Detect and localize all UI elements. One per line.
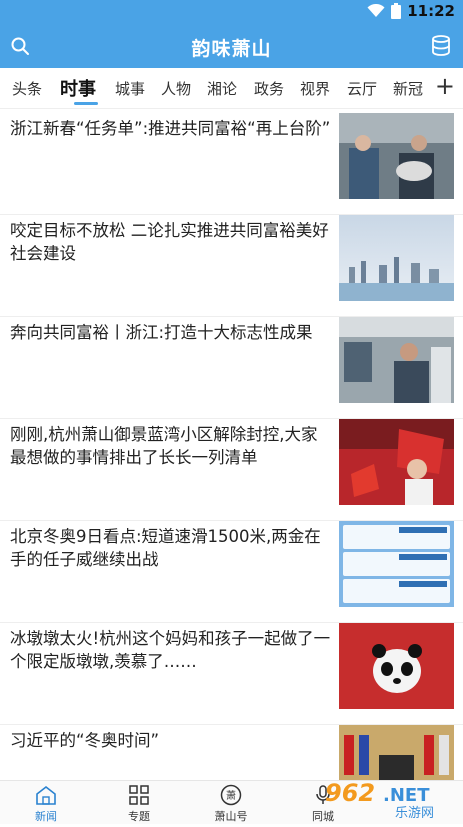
tab-current-affairs[interactable]: 时事 [60, 75, 96, 101]
watermark-sub: 乐游网 [395, 806, 434, 820]
watermark-domain: .NET [383, 785, 430, 806]
battery-icon [391, 3, 402, 19]
site-watermark: 962 .NET 乐游网 [325, 779, 434, 820]
news-thumbnail[interactable] [339, 419, 454, 505]
nav-topics[interactable]: 专题 [104, 784, 174, 824]
nav-xiaoshan-label: 萧山号 [214, 810, 248, 823]
nav-news-label: 新闻 [35, 810, 57, 823]
tab-government[interactable]: 政务 [254, 78, 284, 99]
status-time: 11:22 [407, 2, 455, 20]
wifi-icon [367, 4, 385, 17]
news-item[interactable]: 刚刚,杭州萧山御景蓝湾小区解除封控,大家最想做的事情排出了长长一列清单 [0, 419, 463, 521]
watermark-brand: 962 [325, 779, 375, 807]
news-thumbnail[interactable] [339, 113, 454, 199]
news-title[interactable]: 刚刚,杭州萧山御景蓝湾小区解除封控,大家最想做的事情排出了长长一列清单 [10, 423, 332, 469]
news-title[interactable]: 咬定目标不放松 二论扎实推进共同富裕美好社会建设 [10, 219, 332, 265]
news-title[interactable]: 浙江新春“任务单”:推进共同富裕“再上台阶” [10, 117, 332, 140]
nav-xiaoshan-account[interactable]: 萧 萧山号 [196, 784, 266, 824]
app-header: 韵味萧山 [0, 24, 463, 68]
nav-topics-label: 专题 [128, 810, 150, 823]
tab-city[interactable]: 城事 [115, 78, 145, 99]
news-title[interactable]: 习近平的“冬奥时间” [10, 729, 332, 752]
news-item[interactable]: 咬定目标不放松 二论扎实推进共同富裕美好社会建设 [0, 215, 463, 317]
add-tab-button[interactable]: + [435, 74, 455, 98]
app-title: 韵味萧山 [191, 38, 272, 60]
news-title[interactable]: 冰墩墩太火!杭州这个妈妈和孩子一起做了一个限定版墩墩,羡慕了…… [10, 627, 332, 673]
tab-headline[interactable]: 头条 [12, 78, 42, 99]
news-title[interactable]: 北京冬奥9日看点:短道速滑1500米,两金在手的任子威继续出战 [10, 525, 332, 571]
tab-cloud-hall[interactable]: 云厅 [347, 78, 377, 99]
news-item[interactable]: 浙江新春“任务单”:推进共同富裕“再上台阶” [0, 113, 463, 215]
badge-glyph: 萧 [226, 790, 236, 802]
news-title[interactable]: 奔向共同富裕丨浙江:打造十大标志性成果 [10, 321, 332, 344]
tab-commentary[interactable]: 湘论 [207, 78, 237, 99]
home-icon [36, 785, 56, 805]
active-tab-indicator [74, 102, 98, 105]
tab-people[interactable]: 人物 [161, 78, 191, 99]
news-item[interactable]: 奔向共同富裕丨浙江:打造十大标志性成果 [0, 317, 463, 419]
category-tabs: 头条 时事 城事 人物 湘论 政务 视界 云厅 新冠 + [0, 68, 463, 109]
news-item[interactable]: 北京冬奥9日看点:短道速滑1500米,两金在手的任子威继续出战 [0, 521, 463, 623]
news-thumbnail[interactable] [339, 317, 454, 403]
news-thumbnail[interactable] [339, 521, 454, 607]
tab-vision[interactable]: 视界 [300, 78, 330, 99]
badge-icon: 萧 [220, 784, 242, 806]
grid-icon [129, 785, 149, 805]
status-bar: 11:22 [0, 0, 463, 24]
news-item[interactable]: 冰墩墩太火!杭州这个妈妈和孩子一起做了一个限定版墩墩,羡慕了…… [0, 623, 463, 725]
tab-covid[interactable]: 新冠 [393, 78, 423, 99]
news-thumbnail[interactable] [339, 215, 454, 301]
news-thumbnail[interactable] [339, 623, 454, 709]
database-icon[interactable] [431, 35, 451, 57]
nav-news[interactable]: 新闻 [11, 784, 81, 824]
